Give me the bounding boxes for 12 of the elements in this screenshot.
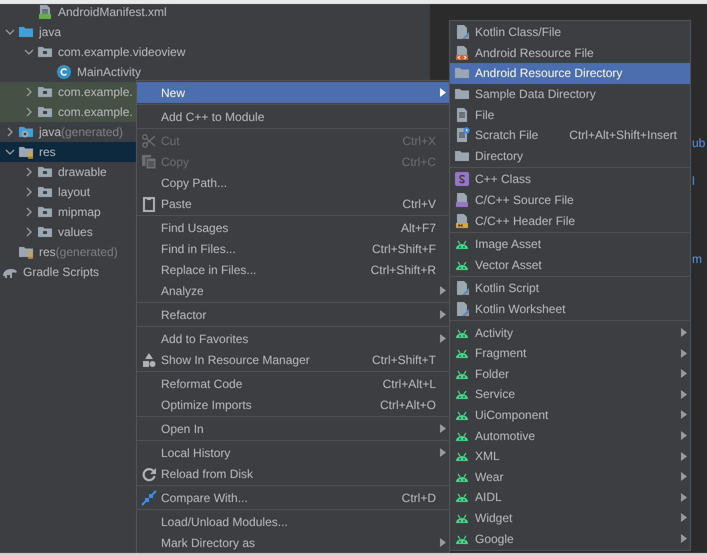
- shortcut-label: Ctrl+Alt+O: [378, 398, 436, 412]
- shortcut-label: Ctrl+Alt+L: [382, 376, 436, 390]
- shortcut-label: Ctrl+D: [400, 490, 436, 504]
- shortcut-label: Ctrl+Shift+F: [370, 242, 436, 256]
- code-text: l: [692, 173, 695, 190]
- shortcut-label: Ctrl+Shift+T: [370, 352, 436, 366]
- shortcut-label: Ctrl+V: [401, 196, 436, 210]
- code-text: ub: [692, 135, 706, 152]
- shortcut-label: Ctrl+Alt+Shift+Insert: [568, 128, 677, 142]
- code-text: m: [692, 251, 702, 268]
- shortcut-label: Alt+F7: [400, 220, 436, 234]
- shortcut-label: Ctrl+Shift+R: [370, 262, 436, 276]
